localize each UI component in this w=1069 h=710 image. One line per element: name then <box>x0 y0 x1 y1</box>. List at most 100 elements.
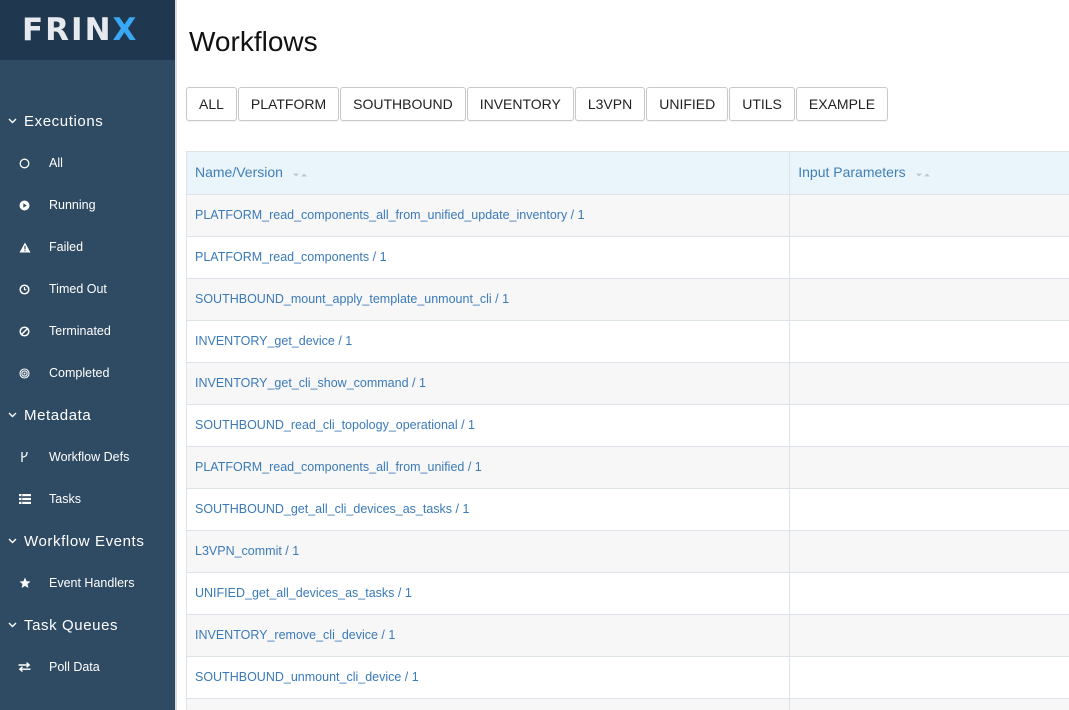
input-parameters-cell <box>789 530 1069 573</box>
name-cell: SOUTHBOUND_read_cli_topology_operational… <box>187 404 791 447</box>
name-cell: PLATFORM_read_components / 1 <box>187 236 791 279</box>
input-parameters-cell <box>789 698 1069 710</box>
chevron-down-icon <box>0 409 24 421</box>
name-cell: INVENTORY_remove_cli_device / 1 <box>187 614 791 657</box>
column-header-label: Name/Version <box>195 164 283 181</box>
sidebar-item-completed[interactable]: Completed <box>0 362 175 384</box>
logo-bar: FRINX <box>0 0 175 60</box>
name-cell: INVENTORY_get_device / 1 <box>187 320 791 363</box>
sidebar-item-workflow-defs[interactable]: Workflow Defs <box>0 446 175 468</box>
table-row[interactable]: SOUTHBOUND_unmount_cli_device / 1 <box>187 656 1069 699</box>
chevron-down-icon <box>0 535 24 547</box>
name-cell: L3VPN_commit / 1 <box>187 530 791 573</box>
tab-utils[interactable]: UTILS <box>729 87 795 121</box>
sidebar-item-failed[interactable]: Failed <box>0 236 175 258</box>
sidebar-item-label: Workflow Defs <box>49 450 130 464</box>
workflow-link[interactable]: INVENTORY_get_cli_show_command / 1 <box>195 376 426 390</box>
input-parameters-cell <box>789 320 1069 363</box>
sidebar-item-running[interactable]: Running <box>0 194 175 216</box>
name-cell: INVENTORY_get_cli_show_command / 1 <box>187 362 791 405</box>
input-parameters-cell <box>789 194 1069 237</box>
input-parameters-cell <box>789 236 1069 279</box>
ban-icon <box>0 325 49 337</box>
tab-inventory[interactable]: INVENTORY <box>466 87 574 121</box>
workflows-table: Name/Version Input Parameters PLATFORM_r… <box>186 151 1069 710</box>
sidebar-item-label: Failed <box>49 240 84 254</box>
table-row[interactable]: SOUTHBOUND_read_cli_topology_operational… <box>187 404 1069 447</box>
table-row[interactable]: SOUTHBOUND_get_all_cli_devices_as_tasks … <box>187 488 1069 531</box>
chevron-down-icon <box>0 115 24 127</box>
sidebar-item-timed-out[interactable]: Timed Out <box>0 278 175 300</box>
table-row[interactable] <box>187 698 1069 710</box>
sidebar-item-label: Tasks <box>49 492 81 506</box>
table-row[interactable]: PLATFORM_read_components / 1 <box>187 236 1069 279</box>
section-executions[interactable]: Executions <box>0 111 175 131</box>
column-header-label: Input Parameters <box>798 164 906 181</box>
name-cell: SOUTHBOUND_get_all_cli_devices_as_tasks … <box>187 488 791 531</box>
sidebar-item-label: Running <box>49 198 96 212</box>
sort-icon[interactable] <box>915 165 931 181</box>
workflow-link[interactable]: SOUTHBOUND_unmount_cli_device / 1 <box>195 670 419 684</box>
workflow-link[interactable]: PLATFORM_read_components_all_from_unifie… <box>195 208 585 222</box>
sidebar-item-poll-data[interactable]: Poll Data <box>0 656 175 678</box>
workflow-link[interactable]: SOUTHBOUND_get_all_cli_devices_as_tasks … <box>195 502 469 516</box>
table-row[interactable]: UNIFIED_get_all_devices_as_tasks / 1 <box>187 572 1069 615</box>
fork-icon <box>0 451 49 463</box>
frinx-logo[interactable]: FRINX <box>22 12 138 48</box>
workflow-link[interactable]: INVENTORY_get_device / 1 <box>195 334 352 348</box>
sidebar-item-label: Event Handlers <box>49 576 135 590</box>
clock-icon <box>0 283 49 295</box>
table-row[interactable]: PLATFORM_read_components_all_from_unifie… <box>187 446 1069 489</box>
workflow-link[interactable]: PLATFORM_read_components / 1 <box>195 250 387 264</box>
play-circle-icon <box>0 200 49 211</box>
sidebar-item-label: All <box>49 156 63 170</box>
exchange-icon <box>0 662 49 672</box>
workflow-link[interactable]: SOUTHBOUND_mount_apply_template_unmount_… <box>195 292 509 306</box>
workflow-link[interactable]: PLATFORM_read_components_all_from_unifie… <box>195 460 482 474</box>
sidebar-item-terminated[interactable]: Terminated <box>0 320 175 342</box>
column-header-name-version[interactable]: Name/Version <box>187 152 791 195</box>
table-row[interactable]: L3VPN_commit / 1 <box>187 530 1069 573</box>
column-header-input-parameters[interactable]: Input Parameters <box>789 152 1069 195</box>
main-content: Workflows ALL PLATFORM SOUTHBOUND INVENT… <box>177 0 1069 710</box>
section-metadata[interactable]: Metadata <box>0 405 175 425</box>
sidebar-item-all[interactable]: All <box>0 152 175 174</box>
circle-outline-icon <box>0 158 49 169</box>
section-title: Task Queues <box>24 616 119 634</box>
sidebar-item-tasks[interactable]: Tasks <box>0 488 175 510</box>
input-parameters-cell <box>789 572 1069 615</box>
sidebar-item-label: Completed <box>49 366 110 380</box>
workflow-link[interactable]: SOUTHBOUND_read_cli_topology_operational… <box>195 418 475 432</box>
logo-accent: X <box>112 12 139 48</box>
workflow-link[interactable]: UNIFIED_get_all_devices_as_tasks / 1 <box>195 586 412 600</box>
table-row[interactable]: SOUTHBOUND_mount_apply_template_unmount_… <box>187 278 1069 321</box>
input-parameters-cell <box>789 614 1069 657</box>
name-cell: PLATFORM_read_components_all_from_unifie… <box>187 446 791 489</box>
name-cell: SOUTHBOUND_unmount_cli_device / 1 <box>187 656 791 699</box>
sidebar: FRINX Executions All Running Failed Time… <box>0 0 175 710</box>
section-task-queues[interactable]: Task Queues <box>0 615 175 635</box>
page-title: Workflows <box>189 26 318 57</box>
table-row[interactable]: INVENTORY_remove_cli_device / 1 <box>187 614 1069 657</box>
star-icon <box>0 577 49 589</box>
input-parameters-cell <box>789 362 1069 405</box>
category-tabs: ALL PLATFORM SOUTHBOUND INVENTORY L3VPN … <box>186 87 889 121</box>
name-cell: SOUTHBOUND_mount_apply_template_unmount_… <box>187 278 791 321</box>
tab-l3vpn[interactable]: L3VPN <box>574 87 646 121</box>
tab-unified[interactable]: UNIFIED <box>646 87 729 121</box>
sort-icon[interactable] <box>292 165 308 181</box>
input-parameters-cell <box>789 404 1069 447</box>
table-row[interactable]: PLATFORM_read_components_all_from_unifie… <box>187 194 1069 237</box>
workflow-link[interactable]: L3VPN_commit / 1 <box>195 544 299 558</box>
tab-example[interactable]: EXAMPLE <box>795 87 889 121</box>
tab-all[interactable]: ALL <box>186 87 237 121</box>
logo-text: FRIN <box>22 12 113 48</box>
tab-southbound[interactable]: SOUTHBOUND <box>340 87 466 121</box>
section-workflow-events[interactable]: Workflow Events <box>0 531 175 551</box>
table-row[interactable]: INVENTORY_get_device / 1 <box>187 320 1069 363</box>
tab-platform[interactable]: PLATFORM <box>237 87 340 121</box>
sidebar-item-label: Poll Data <box>49 660 100 674</box>
sidebar-item-event-handlers[interactable]: Event Handlers <box>0 572 175 594</box>
table-row[interactable]: INVENTORY_get_cli_show_command / 1 <box>187 362 1069 405</box>
workflow-link[interactable]: INVENTORY_remove_cli_device / 1 <box>195 628 395 642</box>
